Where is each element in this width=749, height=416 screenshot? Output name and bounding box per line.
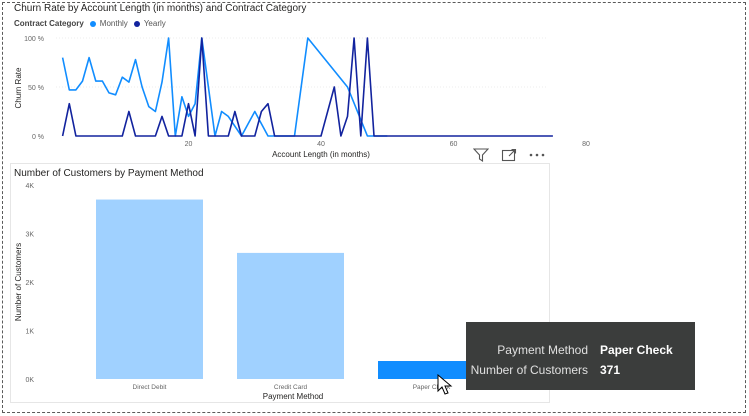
y-tick-label: 2K	[25, 280, 34, 287]
y-tick-label: 1K	[25, 329, 34, 336]
y-tick-label: 100 %	[24, 36, 44, 43]
y-tick-label: 0 %	[32, 134, 44, 141]
x-tick-label: 80	[582, 141, 590, 148]
tooltip-key: Number of Customers	[470, 363, 588, 377]
mouse-pointer-icon	[437, 374, 453, 395]
x-tick-label: Direct Debit	[133, 384, 167, 391]
tooltip-row: Payment Method Paper Check	[466, 340, 695, 360]
tooltip-row: Number of Customers 371	[466, 360, 695, 380]
x-tick-label: 40	[317, 141, 325, 148]
tooltip-value: 371	[600, 363, 621, 377]
y-tick-label: 3K	[25, 232, 34, 239]
y-axis-title: Churn Rate	[14, 67, 23, 108]
bar-credit-card	[237, 252, 344, 379]
x-tick-label: Credit Card	[274, 384, 308, 391]
bar-direct-debit	[96, 199, 203, 379]
x-tick-label: 20	[185, 141, 193, 148]
x-tick-label: 60	[450, 141, 458, 148]
y-tick-label: 4K	[25, 183, 34, 190]
tooltip-value: Paper Check	[600, 343, 673, 357]
y-tick-label: 0K	[25, 377, 34, 384]
x-axis-title: Payment Method	[263, 392, 323, 401]
y-axis-title: Number of Customers	[14, 243, 23, 321]
tooltip-key: Payment Method	[497, 343, 588, 357]
y-tick-label: 50 %	[28, 85, 44, 92]
line-chart[interactable]: 0 % 50 % 100 % 20 40 60 80 Account Length (in m…	[0, 0, 600, 165]
data-tooltip: Payment Method Paper Check Number of Cus…	[466, 322, 695, 390]
x-axis-title: Account Length (in months)	[272, 150, 370, 159]
